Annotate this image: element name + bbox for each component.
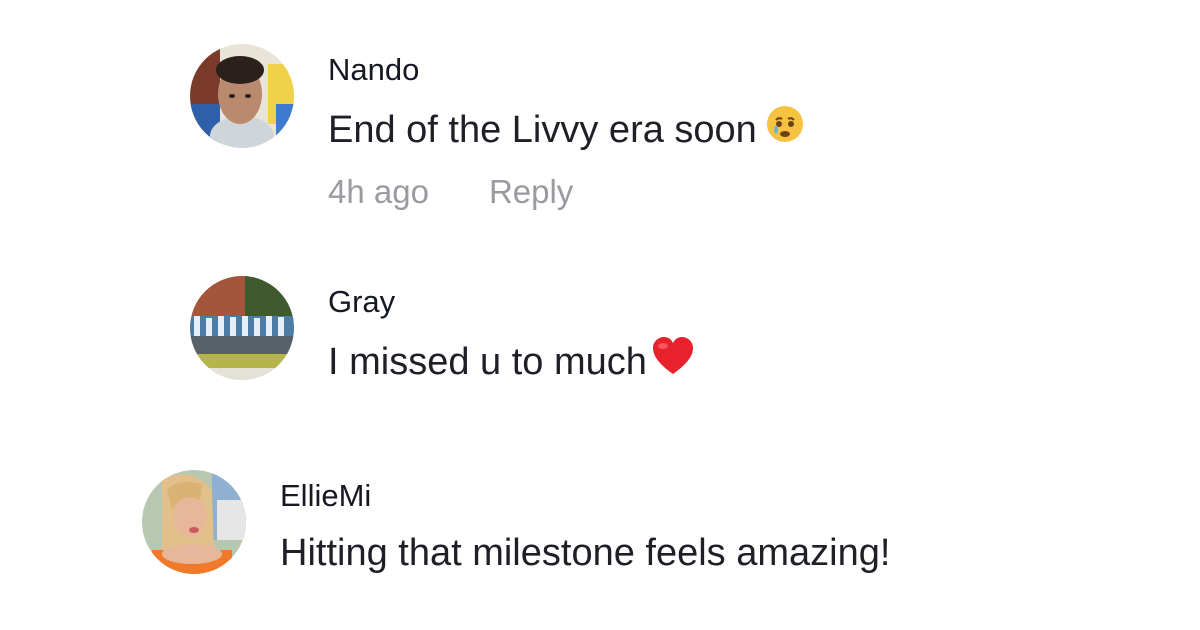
comment-username[interactable]: Nando [328, 52, 805, 88]
comment-text: Hitting that milestone feels amazing! [280, 532, 891, 574]
avatar[interactable] [190, 276, 294, 380]
comment-username[interactable]: EllieMi [280, 478, 890, 514]
comment-text-row: End of the Livvy era soon [328, 104, 805, 155]
comment-username[interactable]: Gray [328, 284, 695, 320]
comment-item: Gray I missed u to much [190, 276, 695, 387]
comment-timestamp: 4h ago [328, 173, 429, 210]
comment-text-row: I missed u to much [328, 336, 695, 387]
comment-meta: 4h ago Reply [328, 173, 805, 211]
avatar[interactable] [142, 470, 246, 574]
avatar-image [190, 44, 294, 148]
comment-item: EllieMi Hitting that milestone feels ama… [142, 470, 890, 576]
crying-face-icon [765, 104, 805, 155]
comment-item: Nando End of the Livvy era soon 4h ago R… [190, 44, 805, 211]
comment-text: I missed u to much [328, 340, 647, 383]
reply-button[interactable]: Reply [489, 173, 573, 211]
avatar-image [142, 470, 246, 574]
avatar[interactable] [190, 44, 294, 148]
avatar-image [190, 276, 294, 380]
red-heart-icon [651, 336, 695, 387]
comment-text: End of the Livvy era soon [328, 108, 757, 151]
